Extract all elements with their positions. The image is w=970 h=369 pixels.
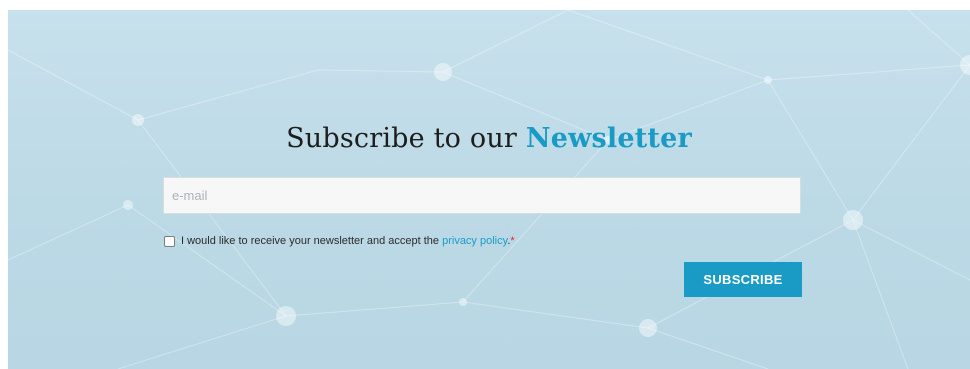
newsletter-heading: Subscribe to our Newsletter [8,123,970,154]
required-asterisk: * [510,235,515,247]
email-input[interactable] [163,177,801,214]
page: Subscribe to our Newsletter I would like… [0,0,970,369]
newsletter-section: Subscribe to our Newsletter I would like… [8,10,970,369]
consent-checkbox[interactable] [164,235,175,247]
consent-row: I would like to receive your newsletter … [164,232,515,250]
privacy-policy-link[interactable]: privacy policy [442,235,507,247]
heading-accent: Newsletter [525,123,692,154]
consent-label: I would like to receive your newsletter … [181,235,515,247]
subscribe-button[interactable]: SUBSCRIBE [684,262,802,297]
consent-text: I would like to receive your newsletter … [181,235,443,247]
heading-prefix: Subscribe to our [286,123,526,154]
